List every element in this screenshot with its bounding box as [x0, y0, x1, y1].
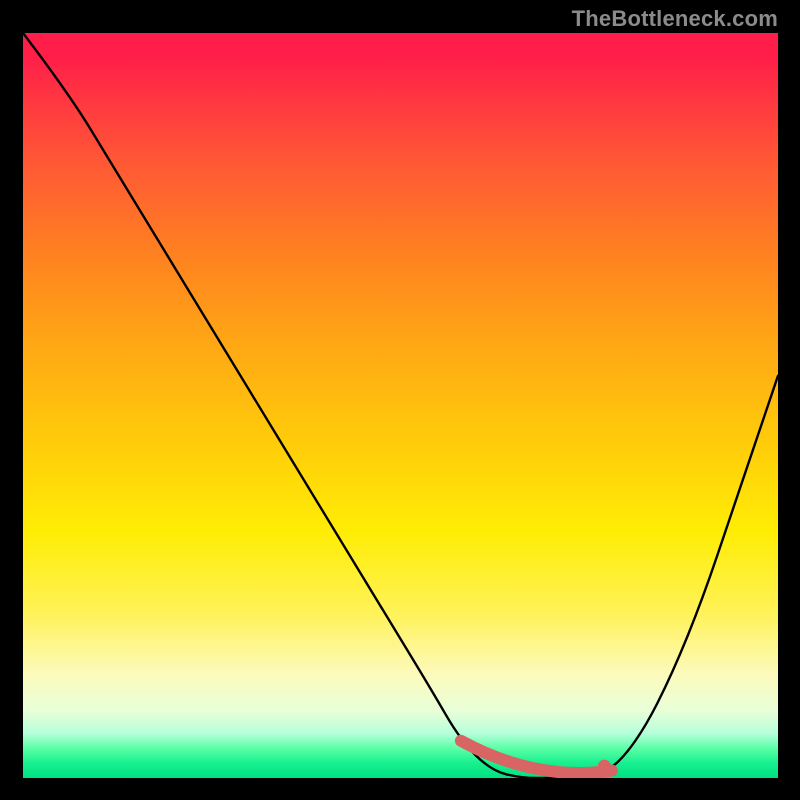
highlight-dot: [598, 760, 611, 773]
chart-frame: TheBottleneck.com: [0, 0, 800, 800]
bottleneck-curve: [23, 33, 778, 778]
curve-group: [23, 33, 778, 778]
curve-path: [23, 33, 778, 778]
highlight-band: [461, 741, 612, 773]
plot-area: [23, 33, 778, 778]
watermark-text: TheBottleneck.com: [572, 6, 778, 32]
